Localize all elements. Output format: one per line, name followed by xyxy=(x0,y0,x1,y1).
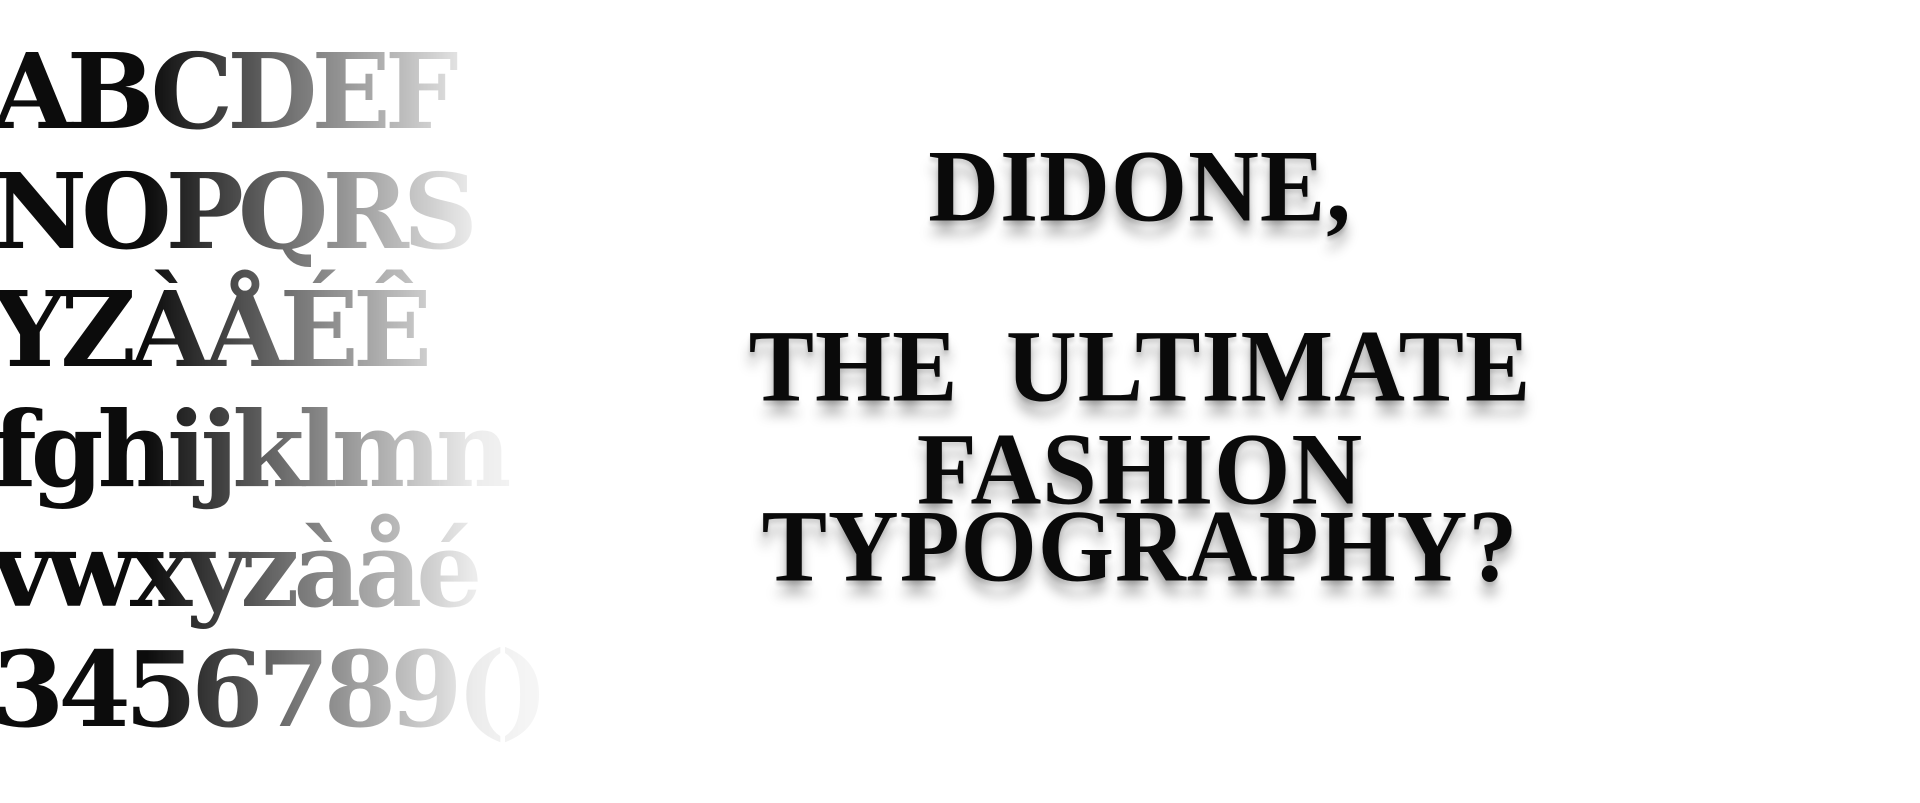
specimen-uppercase-row-1: ABCDEF xyxy=(0,30,459,153)
specimen-accented-uppercase-row: YZÀÅÉÊ xyxy=(0,268,432,391)
headline-line-3: TYPOGRAPHY? xyxy=(761,490,1519,604)
specimen-numerals-row: 3456789() xyxy=(0,628,549,751)
headline-line-2: THE ULTIMATE FASHION xyxy=(748,310,1532,527)
headline-line-1: DIDONE, xyxy=(928,130,1352,244)
specimen-uppercase-row-2: NOPQRS xyxy=(0,150,478,273)
specimen-lowercase-row-2: vwxyzàåé xyxy=(0,508,482,631)
specimen-lowercase-row-1: fghijklmn xyxy=(0,388,511,511)
headline: DIDONE, THE ULTIMATE FASHION TYPOGRAPHY? xyxy=(540,135,1740,680)
